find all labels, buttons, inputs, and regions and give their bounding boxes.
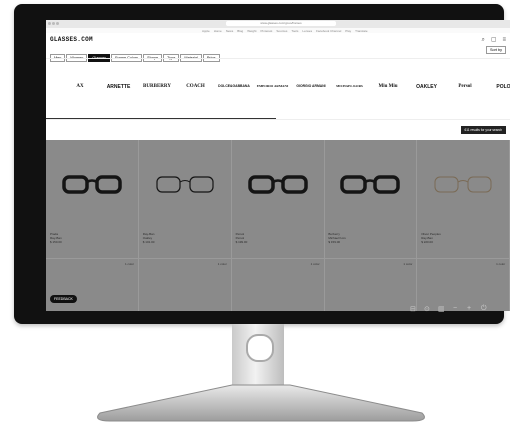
product-card[interactable]: 1 color [46, 258, 139, 311]
brand-logo[interactable]: BURBERRY [137, 84, 177, 89]
brand-logo[interactable]: AX [60, 84, 100, 89]
eyeglasses-icon [434, 176, 492, 193]
bookmark-link[interactable]: Lenses [302, 29, 312, 33]
product-card[interactable]: 1 color [138, 258, 232, 311]
bookmark-link[interactable]: Facebook Channel [316, 29, 341, 33]
bookmark-link[interactable]: Home [214, 29, 222, 33]
bookmark-link[interactable]: Pinterest [261, 29, 273, 33]
bookmark-link[interactable]: Tools [291, 29, 298, 33]
brand-logo[interactable]: EMPORIO ARMANI [253, 84, 293, 88]
color-count: 1 color [403, 262, 413, 266]
eyeglasses-icon [340, 175, 401, 194]
eyeglasses-icon [156, 176, 214, 193]
screen: www.glasses.com/gl-us/frames Apple Home Ne… [46, 20, 510, 311]
bookmark-link[interactable]: Play [345, 29, 351, 33]
bookmarks-bar: Apple Home News Blog Weight Pinterest Sources T… [46, 28, 510, 33]
product-meta: Oliver Peoples Ray-Ban $ 220.00 [421, 232, 441, 244]
product-meta: Prada Ray-Ban $ 150.00 [50, 232, 62, 244]
sort-dropdown[interactable]: Sort by [485, 46, 506, 54]
product-card[interactable]: Oliver Peoples Ray-Ban $ 220.00 [417, 140, 510, 258]
product-price: $ 159.00 [328, 240, 341, 244]
results-count: 611 results for your search [460, 126, 506, 134]
brand-carousel: AX ARNETTE BURBERRY COACH DOLCE&GABBANA EMPOR… [46, 58, 510, 120]
eyeglasses-icon [247, 175, 308, 194]
bookmark-link[interactable]: Translate [355, 29, 367, 33]
monitor-minus-icon[interactable]: − [453, 305, 457, 312]
eyeglasses-icon [62, 175, 122, 194]
brand-logo[interactable]: DOLCE&GABBANA [214, 84, 254, 88]
monitor-input-icon[interactable]: ⊟ [410, 305, 416, 313]
color-count: 1 color [217, 262, 227, 266]
menu-icon[interactable]: ≡ [502, 37, 506, 43]
product-card[interactable]: Prada Ray-Ban $ 150.00 [46, 140, 139, 258]
brand-logo[interactable]: POLO [484, 84, 510, 90]
bookmark-link[interactable]: Apple [202, 29, 210, 33]
product-card[interactable]: 1 color [231, 258, 325, 311]
product-meta: Ray-Ban Oakley $ 101.00 [143, 232, 155, 244]
bookmark-link[interactable]: Sources [276, 29, 287, 33]
product-card[interactable]: Ray-Ban Oakley $ 101.00 [139, 140, 232, 258]
header-icons: ⌕ ▢ ≡ [475, 36, 506, 44]
product-meta: Burberry Michael Kors $ 159.00 [328, 232, 345, 244]
feedback-button[interactable]: FEEDBACK [50, 295, 77, 303]
product-card[interactable]: 1 color [324, 258, 418, 311]
carousel-scrollbar[interactable] [46, 118, 276, 119]
product-price: $ 101.00 [142, 240, 155, 244]
product-price: $ 199.00 [235, 240, 248, 244]
site-logo[interactable]: GLASSES.COM [50, 36, 93, 43]
color-count: 1 color [310, 262, 320, 266]
product-card[interactable]: 1 color [417, 258, 510, 311]
monitor-plus-icon[interactable]: + [467, 305, 471, 312]
brand-logo[interactable]: Miu Miu [368, 84, 408, 89]
window-controls[interactable] [48, 22, 60, 26]
product-card[interactable]: Burberry Michael Kors $ 159.00 [324, 140, 418, 258]
monitor-bezel: www.glasses.com/gl-us/frames Apple Home Ne… [14, 4, 510, 324]
product-price: $ 220.00 [421, 240, 433, 244]
monitor-stand-base [97, 384, 425, 422]
color-count: 1 color [124, 262, 134, 266]
color-count: 1 color [496, 262, 506, 266]
product-price: $ 150.00 [50, 240, 62, 244]
search-icon[interactable]: ⌕ [481, 37, 484, 43]
bookmark-link[interactable]: Weight [247, 29, 256, 33]
monitor-menu-icon[interactable]: ⊙ [424, 305, 430, 313]
power-icon[interactable]: ⏻ [481, 305, 487, 313]
brand-logo[interactable]: OAKLEY [407, 84, 447, 90]
cart-icon[interactable]: ▢ [491, 37, 497, 43]
brand-logo[interactable]: ARNETTE [99, 84, 139, 90]
url-bar[interactable]: www.glasses.com/gl-us/frames [226, 21, 336, 26]
brand-logo[interactable]: COACH [176, 84, 216, 89]
brand-logo[interactable]: GIORGIO ARMANI [291, 84, 331, 88]
product-meta: Persol Persol $ 199.00 [236, 232, 248, 244]
bookmark-link[interactable]: Blog [237, 29, 243, 33]
brand-logo[interactable]: MICHAEL KORS [330, 84, 370, 88]
monitor-settings-icon[interactable]: ▥ [438, 305, 445, 313]
monitor-stand-neck [232, 324, 284, 388]
brand-logo[interactable]: Persol [445, 84, 485, 89]
product-grid: Prada Ray-Ban $ 150.00 1 color Ray-Ban Oakley… [46, 140, 510, 311]
bookmark-link[interactable]: News [226, 29, 234, 33]
product-card[interactable]: Persol Persol $ 199.00 [232, 140, 325, 258]
